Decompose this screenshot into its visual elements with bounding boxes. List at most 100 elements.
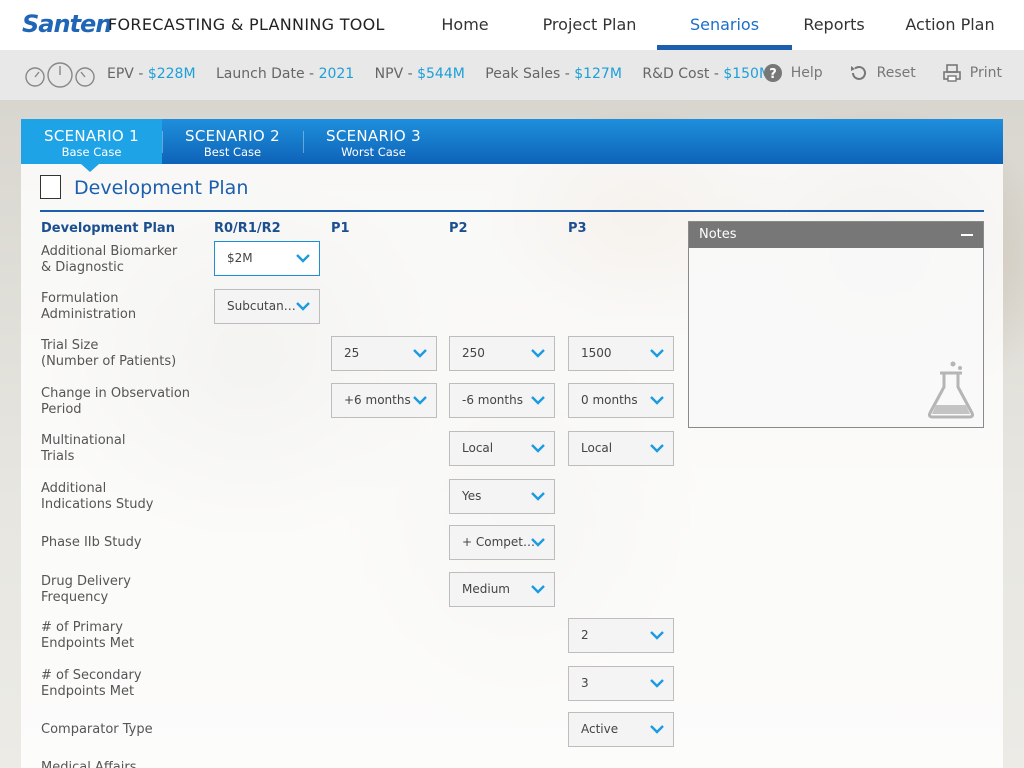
peak-sales-value: $127M	[574, 66, 622, 82]
chevron-down-icon	[531, 396, 545, 405]
section-title: Development Plan	[74, 177, 249, 199]
epv-value: $228M	[147, 66, 196, 82]
epv-label: EPV -	[107, 66, 148, 82]
npv-label: NPV -	[374, 66, 418, 82]
tab-title: SCENARIO 2	[185, 127, 280, 145]
row-label: Trial Size (Number of Patients)	[41, 338, 177, 369]
chevron-down-icon	[531, 585, 545, 594]
dropdown-value: Subcutane...	[227, 299, 301, 313]
dropdown-value: 250	[462, 346, 485, 360]
dropdown-value: Local	[462, 441, 494, 455]
column-header-r0: R0/R1/R2	[214, 221, 281, 236]
print-button[interactable]: Print	[942, 63, 1002, 83]
chevron-down-icon	[296, 254, 310, 263]
chevron-down-icon	[531, 349, 545, 358]
flask-icon	[927, 361, 975, 419]
column-header-label: Development Plan	[41, 221, 175, 236]
dropdown-value: Yes	[462, 489, 482, 503]
notes-panel: Notes	[688, 221, 984, 428]
dropdown-p2[interactable]: Local	[449, 431, 555, 466]
nav-senarios[interactable]: Senarios	[657, 0, 792, 50]
dropdown-p3[interactable]: Active	[568, 712, 674, 747]
dropdown-p2[interactable]: -6 months	[449, 383, 555, 418]
nav-action-plan[interactable]: Action Plan	[876, 0, 1024, 50]
dropdown-value: +6 months	[344, 393, 411, 407]
column-header-p3: P3	[568, 221, 587, 236]
rd-cost-label: R&D Cost -	[642, 66, 724, 82]
section-checkbox[interactable]	[40, 175, 61, 199]
chevron-down-icon	[296, 302, 310, 311]
dropdown-value: Local	[581, 441, 613, 455]
app-title: FORECASTING & PLANNING TOOL	[108, 15, 385, 34]
nav-project-plan[interactable]: Project Plan	[522, 0, 657, 50]
tab-scenario-2[interactable]: SCENARIO 2 Best Case	[162, 119, 303, 164]
tab-scenario-1[interactable]: SCENARIO 1 Base Case	[21, 119, 162, 172]
help-label: Help	[790, 65, 823, 81]
dropdown-p3[interactable]: 1500	[568, 336, 674, 371]
scenario-tabs: SCENARIO 1 Base Case SCENARIO 2 Best Cas…	[21, 119, 1003, 172]
notes-header: Notes	[689, 222, 983, 248]
tab-scenario-3[interactable]: SCENARIO 3 Worst Case	[303, 119, 444, 164]
row-label: Multinational Trials	[41, 433, 126, 464]
nav-reports[interactable]: Reports	[792, 0, 876, 50]
reset-button[interactable]: Reset	[849, 63, 916, 83]
dropdown-value: 0 months	[581, 393, 638, 407]
dropdown-value: + Competi...	[462, 535, 536, 549]
row-label: Medical Affairs	[41, 760, 137, 768]
row-label: Drug Delivery Frequency	[41, 574, 131, 605]
dropdown-p1[interactable]: 25	[331, 336, 437, 371]
dropdown-p1[interactable]: +6 months	[331, 383, 437, 418]
dropdown-value: Active	[581, 722, 619, 736]
chevron-down-icon	[531, 492, 545, 501]
dropdown-r0[interactable]: Subcutane...	[214, 289, 320, 324]
npv-value: $544M	[417, 66, 465, 82]
tab-subtitle: Best Case	[203, 145, 262, 159]
column-header-p1: P1	[331, 221, 350, 236]
nav-home[interactable]: Home	[408, 0, 522, 50]
chevron-down-icon	[650, 349, 664, 358]
reset-icon	[850, 65, 866, 80]
dropdown-p2[interactable]: Medium	[449, 572, 555, 607]
dropdown-value: $2M	[227, 251, 253, 265]
row-label: Additional Indications Study	[41, 481, 154, 512]
chevron-down-icon	[413, 396, 427, 405]
row-label: Phase IIb Study	[41, 535, 142, 550]
dropdown-p3[interactable]: 3	[568, 666, 674, 701]
print-icon	[942, 64, 961, 82]
minimize-icon[interactable]	[961, 234, 973, 236]
dropdown-p2[interactable]: Yes	[449, 479, 555, 514]
tab-title: SCENARIO 1	[44, 127, 139, 145]
top-header: Santen FORECASTING & PLANNING TOOL Home …	[0, 0, 1024, 50]
chevron-down-icon	[650, 725, 664, 734]
dropdown-p2[interactable]: 250	[449, 336, 555, 371]
santen-logo: Santen	[22, 10, 112, 38]
dropdown-value: 2	[581, 628, 589, 642]
launch-label: Launch Date -	[216, 66, 319, 82]
print-label: Print	[969, 65, 1002, 81]
row-label: Additional Biomarker & Diagnostic	[41, 244, 178, 275]
dropdown-r0[interactable]: $2M	[214, 241, 320, 276]
row-label: Comparator Type	[41, 722, 153, 737]
dropdown-p2[interactable]: + Competi...	[449, 525, 555, 560]
chevron-down-icon	[413, 349, 427, 358]
row-label: Change in Observation Period	[41, 386, 191, 417]
help-icon: ?	[763, 64, 782, 82]
help-button[interactable]: ? Help	[763, 63, 823, 83]
scenario-panel: SCENARIO 1 Base Case SCENARIO 2 Best Cas…	[21, 119, 1003, 768]
reset-label: Reset	[876, 65, 916, 81]
main-nav: Home Project Plan Senarios Reports Actio…	[408, 0, 1024, 50]
dropdown-p3[interactable]: 0 months	[568, 383, 674, 418]
row-label: # of Secondary Endpoints Met	[41, 668, 142, 699]
dropdown-p3[interactable]: 2	[568, 618, 674, 653]
dropdown-value: 3	[581, 676, 589, 690]
chevron-down-icon	[531, 538, 545, 547]
chevron-down-icon	[531, 444, 545, 453]
dropdown-p3[interactable]: Local	[568, 431, 674, 466]
notes-title: Notes	[699, 227, 737, 242]
toolbar: ? Help Reset Print	[763, 63, 1002, 83]
dropdown-value: 1500	[581, 346, 612, 360]
peak-sales-label: Peak Sales -	[485, 66, 575, 82]
gauges-icon	[25, 62, 95, 88]
tab-subtitle: Worst Case	[341, 145, 406, 159]
metrics-summary: EPV - $228M Launch Date - 2021 NPV - $54…	[107, 66, 771, 82]
